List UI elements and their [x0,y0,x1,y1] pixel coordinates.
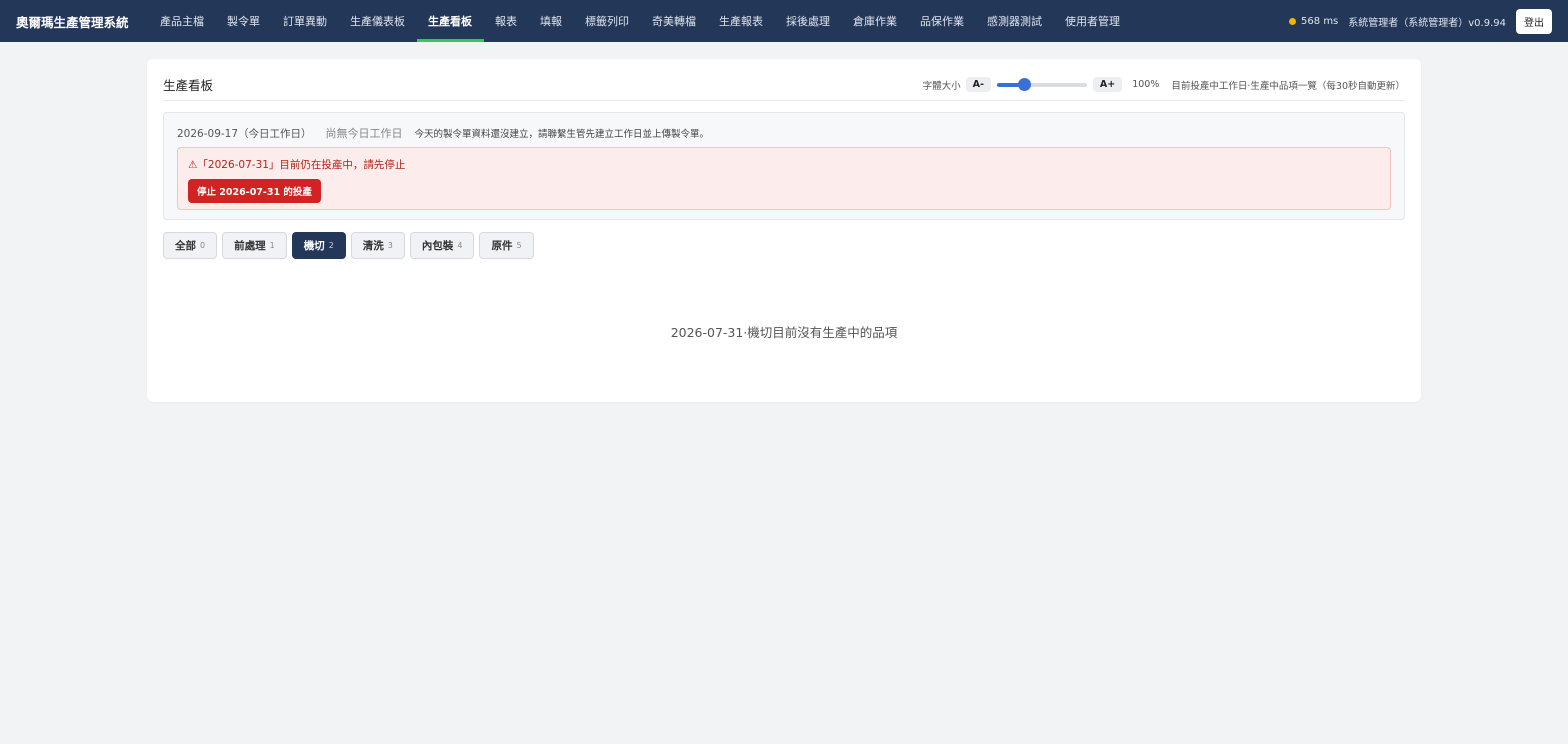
tab-count: 1 [269,241,275,250]
nav-item-production-board[interactable]: 生產看板 [416,0,484,42]
latency-value: 568 ms [1301,15,1339,27]
tab-label: 清洗 [362,240,384,252]
tab-count: 5 [516,241,522,250]
nav-item-work-orders[interactable]: 製令單 [216,0,272,42]
tab-inner-pack[interactable]: 內包裝 4 [409,232,475,259]
font-decrease-button[interactable]: A- [965,77,991,92]
header-right: 568 ms 系統管理者（系統管理者）v0.9.94 登出 [1289,8,1552,34]
font-increase-button[interactable]: A+ [1092,77,1123,92]
latency-indicator: 568 ms [1289,16,1338,27]
tab-count: 4 [457,241,463,250]
tab-raw[interactable]: 原件 5 [479,232,534,259]
workday-status-line: 2026-09-17（今日工作日） 尚無今日工作日 今天的製令單資料還沒建立，請… [177,125,709,141]
tab-count: 0 [200,241,206,250]
font-size-label: 字體大小 [922,80,961,92]
nav-item-fill-report[interactable]: 填報 [529,0,574,42]
active-production-alert: ⚠「2026-07-31」目前仍在投產中，請先停止 停止 2026-07-31 … [177,147,1391,210]
nav-item-order-changes[interactable]: 訂單異動 [272,0,339,42]
nav-item-chimei-convert[interactable]: 奇美轉檔 [641,0,708,42]
nav-item-production-dashboard[interactable]: 生產儀表板 [339,0,417,42]
tab-label: 全部 [175,240,196,252]
board-subtitle: 目前投產中工作日·生產中品項一覽（每30秒自動更新） [1171,80,1405,92]
tab-all[interactable]: 全部 0 [163,232,218,259]
nav-item-reports[interactable]: 報表 [484,0,529,42]
empty-state-message: 2026-07-31·機切目前沒有生產中的品項 [670,325,898,340]
today-date: 2026-09-17（今日工作日） [177,128,312,140]
nav-item-label-print[interactable]: 標籤列印 [574,0,641,42]
nav-item-sensor-test[interactable]: 感測器測試 [976,0,1054,42]
tab-label: 內包裝 [421,240,454,252]
font-percent: 100% [1132,79,1160,90]
logout-button[interactable]: 登出 [1516,8,1552,34]
tab-label: 原件 [491,240,513,252]
tab-count: 3 [387,241,393,250]
top-navbar: 奧爾瑪生產管理系統 產品主檔 製令單 訂單異動 生產儀表板 生產看板 報表 填報… [0,0,1568,42]
nav-item-products[interactable]: 產品主檔 [149,0,216,42]
nav-item-warehouse[interactable]: 倉庫作業 [842,0,909,42]
font-size-controls: 字體大小 A- A+ 100% 目前投產中工作日·生產中品項一覽（每30秒自動更… [923,77,1405,92]
stop-production-button[interactable]: 停止 2026-07-31 的投產 [188,179,321,203]
process-filter-tabs: 全部 0 前處理 1 機切 2 清洗 3 內包裝 4 原件 5 [163,232,534,259]
alert-text: ⚠「2026-07-31」目前仍在投產中，請先停止 [188,159,406,171]
no-workday-label: 尚無今日工作日 [325,127,403,140]
workday-info-panel: 2026-09-17（今日工作日） 尚無今日工作日 今天的製令單資料還沒建立，請… [163,112,1405,220]
tab-pre-process[interactable]: 前處理 1 [222,232,287,259]
main-nav: 產品主檔 製令單 訂單異動 生產儀表板 生產看板 報表 填報 標籤列印 奇美轉檔… [149,0,1132,42]
nav-item-quality[interactable]: 品保作業 [909,0,976,42]
slider-thumb[interactable] [1017,77,1031,91]
card-header: 生產看板 字體大小 A- A+ 100% 目前投產中工作日·生產中品項一覽（每3… [163,69,1405,101]
status-dot-icon [1289,17,1297,25]
production-board-card: 生產看板 字體大小 A- A+ 100% 目前投產中工作日·生產中品項一覽（每3… [147,59,1421,402]
tab-count: 2 [328,241,334,250]
current-user: 系統管理者（系統管理者）v0.9.94 [1348,17,1506,29]
workday-message: 今天的製令單資料還沒建立，請聯繫生管先建立工作日並上傳製令單。 [414,129,710,140]
tab-machine-cut[interactable]: 機切 2 [291,232,346,259]
nav-item-user-management[interactable]: 使用者管理 [1054,0,1132,42]
tab-label: 機切 [303,240,325,252]
page-title: 生產看板 [163,78,214,93]
tab-wash[interactable]: 清洗 3 [350,232,405,259]
tab-label: 前處理 [234,240,266,252]
nav-item-post-harvest[interactable]: 採後處理 [775,0,842,42]
app-title: 奧爾瑪生產管理系統 [16,14,129,30]
nav-item-production-report[interactable]: 生產報表 [708,0,775,42]
font-size-slider[interactable] [996,77,1087,92]
